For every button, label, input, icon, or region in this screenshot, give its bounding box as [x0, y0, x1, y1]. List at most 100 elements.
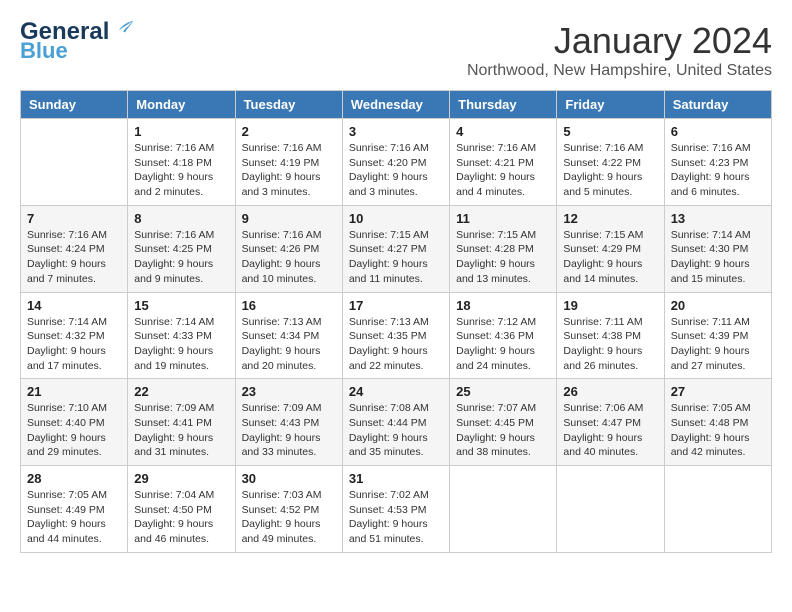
cell-info-line: Sunset: 4:48 PM: [671, 416, 765, 431]
cell-info-line: Sunrise: 7:05 AM: [27, 488, 121, 503]
calendar-cell: 11Sunrise: 7:15 AMSunset: 4:28 PMDayligh…: [450, 205, 557, 292]
cell-info-line: Sunrise: 7:15 AM: [456, 228, 550, 243]
cell-info-line: Daylight: 9 hours: [134, 431, 228, 446]
cell-info-line: Sunrise: 7:12 AM: [456, 315, 550, 330]
cell-info-line: Daylight: 9 hours: [27, 431, 121, 446]
weekday-header-saturday: Saturday: [664, 91, 771, 119]
cell-info-line: and 13 minutes.: [456, 272, 550, 287]
cell-info-line: Sunrise: 7:14 AM: [27, 315, 121, 330]
calendar-cell: 8Sunrise: 7:16 AMSunset: 4:25 PMDaylight…: [128, 205, 235, 292]
cell-info-line: Sunset: 4:21 PM: [456, 156, 550, 171]
calendar-table: SundayMondayTuesdayWednesdayThursdayFrid…: [20, 90, 772, 553]
cell-info-line: and 10 minutes.: [242, 272, 336, 287]
cell-info-line: Daylight: 9 hours: [349, 431, 443, 446]
calendar-cell: 19Sunrise: 7:11 AMSunset: 4:38 PMDayligh…: [557, 292, 664, 379]
cell-info-line: and 4 minutes.: [456, 185, 550, 200]
calendar-cell: 26 Sunrise: 7:06 AMSunset: 4:47 PMDayligh…: [557, 379, 664, 466]
title-block: January 2024 Northwood, New Hampshire, U…: [467, 20, 772, 80]
cell-info-line: Daylight: 9 hours: [27, 517, 121, 532]
cell-info-line: Daylight: 9 hours: [671, 257, 765, 272]
day-number: 8: [134, 211, 228, 226]
logo: General Blue: [20, 20, 135, 64]
cell-info-line: Sunset: 4:23 PM: [671, 156, 765, 171]
cell-info-line: Daylight: 9 hours: [456, 431, 550, 446]
cell-info-line: Sunrise: 7:16 AM: [671, 141, 765, 156]
calendar-cell: 29Sunrise: 7:04 AMSunset: 4:50 PMDayligh…: [128, 466, 235, 553]
cell-info-line: Daylight: 9 hours: [134, 517, 228, 532]
cell-info-line: and 42 minutes.: [671, 445, 765, 460]
cell-info-line: Sunrise: 7:13 AM: [242, 315, 336, 330]
cell-info-line: and 19 minutes.: [134, 359, 228, 374]
cell-info-line: Sunset: 4:39 PM: [671, 329, 765, 344]
calendar-cell: 4Sunrise: 7:16 AMSunset: 4:21 PMDaylight…: [450, 119, 557, 206]
cell-info-line: Daylight: 9 hours: [349, 517, 443, 532]
day-number: 29: [134, 471, 228, 486]
weekday-header-tuesday: Tuesday: [235, 91, 342, 119]
cell-info-line: and 35 minutes.: [349, 445, 443, 460]
cell-info-line: Sunset: 4:30 PM: [671, 242, 765, 257]
cell-info-line: Sunrise: 7:13 AM: [349, 315, 443, 330]
cell-info-line: Daylight: 9 hours: [563, 344, 657, 359]
day-number: 13: [671, 211, 765, 226]
cell-info-line: Sunrise: 7:11 AM: [563, 315, 657, 330]
cell-info-line: Sunset: 4:45 PM: [456, 416, 550, 431]
calendar-cell: 16Sunrise: 7:13 AMSunset: 4:34 PMDayligh…: [235, 292, 342, 379]
calendar-cell: [664, 466, 771, 553]
cell-info-line: Daylight: 9 hours: [563, 431, 657, 446]
cell-info-line: Daylight: 9 hours: [242, 257, 336, 272]
cell-info-line: and 3 minutes.: [242, 185, 336, 200]
day-number: 6: [671, 124, 765, 139]
month-year-title: January 2024: [467, 20, 772, 62]
day-number: 9: [242, 211, 336, 226]
logo-bird-icon: [113, 17, 135, 39]
cell-info-line: Sunrise: 7:02 AM: [349, 488, 443, 503]
cell-info-line: Sunrise: 7:11 AM: [671, 315, 765, 330]
cell-info-line: Sunrise: 7:15 AM: [349, 228, 443, 243]
day-number: 18: [456, 298, 550, 313]
cell-info-line: Sunset: 4:47 PM: [563, 416, 657, 431]
day-number: 26: [563, 384, 657, 399]
cell-info-line: and 3 minutes.: [349, 185, 443, 200]
cell-info-line: and 11 minutes.: [349, 272, 443, 287]
cell-info-line: Sunset: 4:43 PM: [242, 416, 336, 431]
cell-info-line: Sunrise: 7:14 AM: [671, 228, 765, 243]
cell-info-line: Daylight: 9 hours: [349, 257, 443, 272]
cell-info-line: Sunset: 4:29 PM: [563, 242, 657, 257]
calendar-cell: 28Sunrise: 7:05 AMSunset: 4:49 PMDayligh…: [21, 466, 128, 553]
cell-info-line: Sunset: 4:19 PM: [242, 156, 336, 171]
calendar-cell: 5Sunrise: 7:16 AMSunset: 4:22 PMDaylight…: [557, 119, 664, 206]
calendar-cell: 9Sunrise: 7:16 AMSunset: 4:26 PMDaylight…: [235, 205, 342, 292]
cell-info-line: Sunrise: 7:05 AM: [671, 401, 765, 416]
cell-info-line: Daylight: 9 hours: [134, 344, 228, 359]
calendar-cell: [450, 466, 557, 553]
cell-info-line: and 24 minutes.: [456, 359, 550, 374]
calendar-cell: 13 Sunrise: 7:14 AMSunset: 4:30 PMDayligh…: [664, 205, 771, 292]
calendar-cell: 31Sunrise: 7:02 AMSunset: 4:53 PMDayligh…: [342, 466, 449, 553]
cell-info-line: and 7 minutes.: [27, 272, 121, 287]
cell-info-line: Sunrise: 7:09 AM: [134, 401, 228, 416]
cell-info-line: Sunrise: 7:16 AM: [242, 228, 336, 243]
day-number: 25: [456, 384, 550, 399]
calendar-cell: 10Sunrise: 7:15 AMSunset: 4:27 PMDayligh…: [342, 205, 449, 292]
cell-info-line: Daylight: 9 hours: [456, 257, 550, 272]
cell-info-line: Sunrise: 7:16 AM: [242, 141, 336, 156]
calendar-cell: 20Sunrise: 7:11 AMSunset: 4:39 PMDayligh…: [664, 292, 771, 379]
cell-info-line: Sunrise: 7:16 AM: [563, 141, 657, 156]
day-number: 4: [456, 124, 550, 139]
cell-info-line: Sunrise: 7:16 AM: [456, 141, 550, 156]
calendar-cell: 1Sunrise: 7:16 AMSunset: 4:18 PMDaylight…: [128, 119, 235, 206]
cell-info-line: Sunrise: 7:09 AM: [242, 401, 336, 416]
cell-info-line: Sunset: 4:36 PM: [456, 329, 550, 344]
logo-blue: Blue: [20, 38, 68, 64]
calendar-cell: 30Sunrise: 7:03 AMSunset: 4:52 PMDayligh…: [235, 466, 342, 553]
cell-info-line: and 31 minutes.: [134, 445, 228, 460]
cell-info-line: and 29 minutes.: [27, 445, 121, 460]
cell-info-line: Daylight: 9 hours: [349, 344, 443, 359]
cell-info-line: Sunrise: 7:06 AM: [563, 401, 657, 416]
cell-info-line: Sunset: 4:20 PM: [349, 156, 443, 171]
cell-info-line: and 26 minutes.: [563, 359, 657, 374]
weekday-header-friday: Friday: [557, 91, 664, 119]
cell-info-line: Sunset: 4:27 PM: [349, 242, 443, 257]
cell-info-line: Sunrise: 7:15 AM: [563, 228, 657, 243]
day-number: 22: [134, 384, 228, 399]
